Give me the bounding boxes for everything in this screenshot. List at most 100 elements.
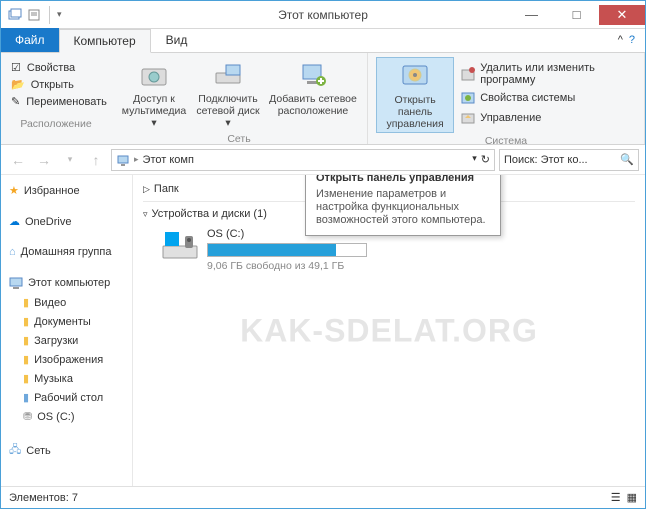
minimize-button[interactable]: — — [509, 5, 554, 25]
sidebar-homegroup-label: Домашняя группа — [21, 246, 112, 258]
nav-up-button[interactable]: ↑ — [85, 149, 107, 171]
chevron-right-icon: ▷ — [143, 184, 150, 195]
sidebar-music-label: Музыка — [34, 373, 73, 385]
map-drive-label: Подключить сетевой диск ▾ — [195, 93, 261, 129]
ribbon-properties[interactable]: ☑ Свойства — [11, 59, 101, 76]
tab-view[interactable]: Вид — [151, 28, 203, 52]
sidebar-os-c[interactable]: ⛃ OS (C:) — [5, 407, 128, 426]
pc-icon — [9, 276, 23, 290]
nav-back-button[interactable]: ← — [7, 149, 29, 171]
sysprops-icon — [460, 90, 476, 106]
ribbon-rename[interactable]: ✎ Переименовать — [11, 93, 101, 110]
tab-file[interactable]: Файл — [1, 28, 59, 52]
media-access-button[interactable]: Доступ к мультимедиа ▾ — [119, 57, 189, 131]
open-control-panel-button[interactable]: Открыть панель управления — [376, 57, 454, 133]
sidebar: ★ Избранное ☁OneDrive ⌂ Домашняя группа Эт… — [1, 175, 133, 486]
folders-section-label: Папк — [154, 183, 179, 195]
system-properties-label: Свойства системы — [480, 92, 575, 104]
folder-icon: ▮ — [23, 353, 29, 366]
ribbon-rename-label: Переименовать — [26, 96, 107, 108]
folder-icon: ▮ — [23, 296, 29, 309]
drive-icon: ⛃ — [23, 410, 32, 423]
view-details-icon[interactable]: ☰ — [611, 491, 621, 504]
address-bar[interactable]: ▸ Этот комп ▾ ↻ — [111, 149, 495, 171]
ribbon-open[interactable]: 📂 Открыть — [11, 76, 101, 93]
folder-icon: ▮ — [23, 315, 29, 328]
nav-forward-button[interactable]: → — [33, 149, 55, 171]
rename-icon: ✎ — [11, 95, 20, 108]
sidebar-music[interactable]: ▮ Музыка — [5, 369, 128, 388]
tab-computer[interactable]: Компьютер — [59, 29, 151, 53]
ribbon-properties-label: Свойства — [27, 62, 75, 74]
address-crumb[interactable]: Этот комп — [143, 154, 194, 166]
refresh-button[interactable]: ↻ — [481, 153, 490, 166]
qat-separator — [49, 6, 50, 24]
view-tiles-icon[interactable]: ▦ — [627, 491, 637, 504]
folder-icon: ▮ — [23, 391, 29, 404]
sidebar-videos[interactable]: ▮ Видео — [5, 293, 128, 312]
drives-section-label: Устройства и диски (1) — [152, 208, 267, 220]
maximize-button[interactable]: □ — [554, 5, 599, 25]
uninstall-program-label: Удалить или изменить программу — [480, 62, 634, 86]
add-network-location-label: Добавить сетевое расположение — [269, 93, 357, 117]
watermark: KAK-SDELAT.ORG — [240, 312, 538, 349]
sidebar-favorites-label: Избранное — [24, 185, 80, 197]
drive-usage-bar — [207, 243, 367, 257]
sidebar-homegroup[interactable]: ⌂ Домашняя группа — [5, 243, 128, 261]
drive-free-space: 9,06 ГБ свободно из 49,1 ГБ — [207, 260, 367, 272]
search-input[interactable]: Поиск: Этот ко... 🔍 — [499, 149, 639, 171]
qat-dropdown[interactable]: ▾ — [57, 9, 62, 20]
system-menu-icon[interactable] — [7, 7, 23, 23]
sidebar-pictures[interactable]: ▮ Изображения — [5, 350, 128, 369]
network-icon: 🖧 — [9, 441, 21, 460]
folder-icon: ▮ — [23, 334, 29, 347]
group-location-label: Расположение — [11, 110, 101, 130]
group-network-label: Сеть — [227, 131, 250, 145]
nav-recent-dropdown[interactable]: ▾ — [59, 149, 81, 171]
addnet-icon — [297, 59, 329, 91]
sidebar-downloads[interactable]: ▮ Загрузки — [5, 331, 128, 350]
address-chevron-icon[interactable]: ▸ — [134, 154, 139, 165]
homegroup-icon: ⌂ — [9, 246, 16, 258]
search-icon: 🔍 — [620, 153, 634, 166]
control-panel-icon — [399, 60, 431, 92]
sidebar-this-pc-label: Этот компьютер — [28, 277, 110, 289]
sidebar-onedrive-label: OneDrive — [25, 216, 71, 228]
sidebar-pictures-label: Изображения — [34, 354, 103, 366]
sidebar-this-pc[interactable]: Этот компьютер — [5, 273, 128, 293]
help-button[interactable]: ? — [629, 34, 635, 46]
sidebar-documents-label: Документы — [34, 316, 91, 328]
open-control-panel-label: Открыть панель управления — [379, 94, 451, 130]
ribbon-open-label: Открыть — [31, 79, 74, 91]
sidebar-os-c-label: OS (C:) — [37, 411, 74, 423]
manage-label: Управление — [480, 112, 541, 124]
sidebar-favorites[interactable]: ★ Избранное — [5, 181, 128, 200]
chevron-down-icon: ▿ — [143, 209, 148, 220]
manage-icon — [460, 110, 476, 126]
map-drive-button[interactable]: Подключить сетевой диск ▾ — [193, 57, 263, 131]
folder-icon: ▮ — [23, 372, 29, 385]
qat-properties-icon[interactable] — [26, 7, 42, 23]
media-access-label: Доступ к мультимедиа ▾ — [121, 93, 187, 129]
uninstall-program-button[interactable]: Удалить или изменить программу — [458, 61, 636, 87]
tooltip-body: Изменение параметров и настройка функцио… — [316, 188, 490, 227]
address-dropdown[interactable]: ▾ — [472, 153, 477, 166]
status-item-count: Элементов: 7 — [9, 492, 78, 504]
star-icon: ★ — [9, 184, 19, 197]
system-properties-button[interactable]: Свойства системы — [458, 89, 636, 107]
sidebar-onedrive[interactable]: ☁OneDrive — [5, 212, 128, 231]
uninstall-icon — [460, 66, 476, 82]
add-network-location-button[interactable]: Добавить сетевое расположение — [267, 57, 359, 131]
ribbon-collapse-icon[interactable]: ^ — [618, 34, 623, 46]
sidebar-videos-label: Видео — [34, 297, 66, 309]
search-placeholder: Поиск: Этот ко... — [504, 154, 588, 166]
sidebar-downloads-label: Загрузки — [34, 335, 78, 347]
open-icon: 📂 — [11, 78, 25, 91]
sidebar-documents[interactable]: ▮ Документы — [5, 312, 128, 331]
tooltip: Открыть панель управления Изменение пара… — [305, 175, 501, 236]
drive-usage-fill — [208, 244, 336, 256]
close-button[interactable]: ✕ — [599, 5, 645, 25]
manage-button[interactable]: Управление — [458, 109, 636, 127]
sidebar-network[interactable]: 🖧Сеть — [5, 438, 128, 463]
sidebar-desktop[interactable]: ▮Рабочий стол — [5, 388, 128, 407]
